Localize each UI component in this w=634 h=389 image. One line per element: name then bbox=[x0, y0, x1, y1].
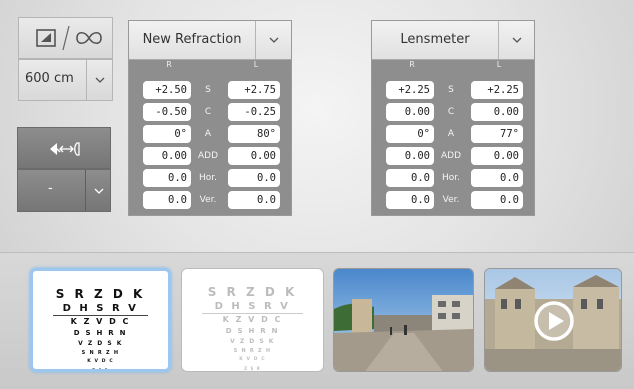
select-divider bbox=[85, 170, 86, 211]
chart-rule-line bbox=[202, 313, 303, 314]
left-eye-header: L bbox=[253, 60, 259, 69]
select-divider bbox=[86, 60, 87, 100]
eye-distance-button[interactable] bbox=[17, 127, 111, 169]
chart-line: V Z D S K bbox=[230, 338, 275, 345]
contrast-square-icon bbox=[35, 28, 57, 52]
right-eye-value[interactable]: 0.0 bbox=[143, 169, 191, 187]
chevron-down-icon[interactable] bbox=[95, 76, 105, 85]
row-label: Hor. bbox=[441, 173, 460, 183]
distance-select[interactable]: 600 cm bbox=[18, 59, 113, 101]
chevron-down-icon[interactable] bbox=[94, 187, 104, 196]
thumbnail-chart-clear[interactable]: S R Z D K D H S R V K Z V D C D S H R N V Z … bbox=[30, 268, 171, 372]
chart-line: V Z D S K bbox=[78, 340, 123, 347]
chart-line: S N R Z H bbox=[81, 350, 120, 356]
chart-line: K V D C bbox=[239, 357, 266, 362]
chart-line: D S H R N bbox=[225, 327, 280, 335]
left-eye-value[interactable]: 0.00 bbox=[471, 103, 523, 121]
row-label: Ver. bbox=[199, 195, 217, 205]
chart-line: S R Z D K bbox=[207, 285, 298, 299]
row-label: C bbox=[204, 107, 212, 117]
row-label: C bbox=[447, 107, 455, 117]
right-eye-value[interactable]: 0° bbox=[143, 125, 191, 143]
right-eye-header: R bbox=[166, 60, 172, 69]
play-icon[interactable] bbox=[533, 300, 575, 346]
left-eye-header: L bbox=[496, 60, 502, 69]
right-eye-value[interactable]: +2.50 bbox=[143, 81, 191, 99]
right-eye-value[interactable]: 0.00 bbox=[386, 147, 434, 165]
right-eye-value[interactable]: -0.50 bbox=[143, 103, 191, 121]
right-eye-value[interactable]: 0.0 bbox=[386, 191, 434, 209]
right-eye-value[interactable]: 0° bbox=[386, 125, 434, 143]
chart-line: Z S R bbox=[92, 367, 109, 372]
right-eye-header: R bbox=[409, 60, 415, 69]
left-eye-value[interactable]: +2.75 bbox=[228, 81, 280, 99]
chart-line: K Z V D C bbox=[70, 317, 131, 326]
row-label: ADD bbox=[440, 151, 462, 161]
left-eye-value[interactable]: +2.25 bbox=[471, 81, 523, 99]
refraction-title: New Refraction bbox=[142, 32, 242, 47]
lensmeter-panel: Lensmeter R L +2.25 S +2.25 0.00 C 0.00 0° A 77°… bbox=[371, 20, 535, 216]
right-eye-value[interactable]: +2.25 bbox=[386, 81, 434, 99]
left-eye-value[interactable]: 0.0 bbox=[228, 169, 280, 187]
chart-line: D H S R V bbox=[214, 301, 291, 312]
left-eye-value[interactable]: 77° bbox=[471, 125, 523, 143]
thumbnail-chart-blurred[interactable]: S R Z D K D H S R V K Z V D C D S H R N V Z … bbox=[181, 268, 324, 372]
chart-line: K Z V D C bbox=[222, 315, 283, 324]
left-eye-value[interactable]: 0.00 bbox=[471, 147, 523, 165]
left-eye-value[interactable]: 0.00 bbox=[228, 147, 280, 165]
chart-line: D S H R N bbox=[73, 329, 128, 337]
chart-line: K V D C bbox=[87, 359, 114, 364]
chart-rule-line bbox=[53, 315, 148, 316]
thumbnail-street-video[interactable] bbox=[484, 268, 622, 372]
right-eye-value[interactable]: 0.00 bbox=[143, 147, 191, 165]
left-eye-value[interactable]: 0.0 bbox=[471, 191, 523, 209]
street-scene-image bbox=[334, 269, 473, 371]
right-eye-value[interactable]: 0.0 bbox=[143, 191, 191, 209]
eye-distance-select[interactable]: - bbox=[17, 169, 111, 212]
new-refraction-panel: New Refraction R L +2.50 S +2.75 -0.50 C -0.2… bbox=[128, 20, 292, 216]
row-label: A bbox=[204, 129, 212, 139]
left-eye-value[interactable]: 80° bbox=[228, 125, 280, 143]
row-label: ADD bbox=[197, 151, 219, 161]
lensmeter-header-dropdown[interactable]: Lensmeter bbox=[372, 21, 534, 60]
row-label: Hor. bbox=[198, 173, 217, 183]
row-label: Ver. bbox=[442, 195, 460, 205]
row-label: S bbox=[205, 85, 211, 95]
chevron-down-icon[interactable] bbox=[512, 36, 522, 45]
row-label: A bbox=[447, 129, 455, 139]
divider-slash bbox=[61, 24, 71, 56]
chart-line: D H S R V bbox=[62, 303, 139, 314]
thumbnail-street-scene[interactable] bbox=[333, 268, 474, 372]
chart-line: S N R Z H bbox=[233, 348, 272, 354]
header-divider bbox=[255, 21, 256, 59]
chevron-down-icon[interactable] bbox=[269, 36, 279, 45]
left-eye-value[interactable]: -0.25 bbox=[228, 103, 280, 121]
header-divider bbox=[498, 21, 499, 59]
row-label: S bbox=[448, 85, 454, 95]
left-eye-value[interactable]: 0.0 bbox=[471, 169, 523, 187]
right-eye-value[interactable]: 0.00 bbox=[386, 103, 434, 121]
left-eye-value[interactable]: 0.0 bbox=[228, 191, 280, 209]
distance-value: 600 cm bbox=[25, 71, 74, 86]
eye-distance-value: - bbox=[48, 181, 53, 196]
distance-toggle-button[interactable] bbox=[18, 17, 113, 59]
eye-distance-icon bbox=[48, 139, 84, 163]
right-eye-value[interactable]: 0.0 bbox=[386, 169, 434, 187]
chart-line: Z S R bbox=[244, 365, 261, 371]
infinity-icon bbox=[74, 27, 104, 53]
chart-line: S R Z D K bbox=[55, 287, 146, 301]
refraction-header-dropdown[interactable]: New Refraction bbox=[129, 21, 291, 60]
lensmeter-title: Lensmeter bbox=[400, 32, 470, 47]
